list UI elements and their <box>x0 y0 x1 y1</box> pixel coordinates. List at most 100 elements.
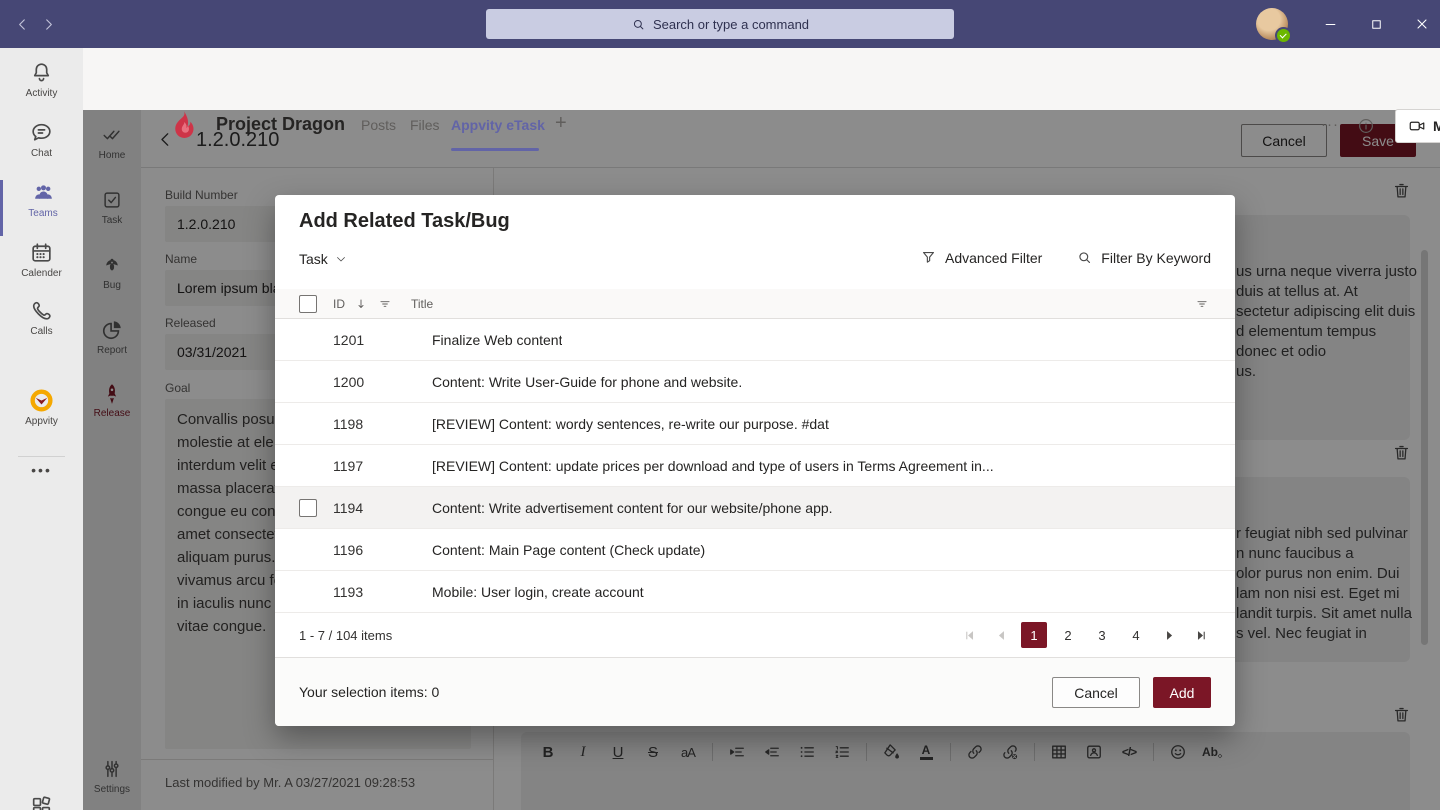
channel-header: Project Dragon Posts Files Appvity eTask… <box>83 48 1440 110</box>
type-select-value: Task <box>299 251 328 267</box>
tab-appvity-etask[interactable]: Appvity eTask <box>451 117 545 133</box>
rail-item-activity[interactable]: Activity <box>0 60 83 116</box>
search-icon <box>631 17 646 32</box>
modal-cancel-button[interactable]: Cancel <box>1052 677 1140 708</box>
page-number-button[interactable]: 3 <box>1089 622 1115 648</box>
page-number-button[interactable]: 1 <box>1021 622 1047 648</box>
search-icon <box>1076 249 1093 266</box>
rail-divider <box>18 456 65 457</box>
last-page-icon[interactable] <box>1189 623 1213 647</box>
table-filter-icon[interactable] <box>1195 297 1209 311</box>
type-select-dropdown[interactable]: Task <box>299 251 347 267</box>
presence-available-icon <box>1277 29 1290 42</box>
pagination-summary: 1 - 7 / 104 items <box>299 628 392 643</box>
teams-icon <box>31 180 56 205</box>
filter-tools: Advanced Filter Filter By Keyword <box>920 249 1211 266</box>
task-id-cell: 1200 <box>333 374 377 390</box>
rail-item-calls[interactable]: Calls <box>0 298 83 354</box>
page-number-button[interactable]: 4 <box>1123 622 1149 648</box>
column-filter-icon[interactable] <box>378 297 392 311</box>
table-row[interactable]: 1201 Finalize Web content <box>275 319 1235 361</box>
calendar-icon <box>29 240 54 265</box>
next-page-icon[interactable] <box>1157 623 1181 647</box>
funnel-icon <box>920 249 937 266</box>
user-avatar[interactable] <box>1256 8 1288 40</box>
chevron-down-icon <box>335 253 347 265</box>
forward-nav-icon[interactable] <box>36 12 60 36</box>
task-id-cell: 1198 <box>333 416 377 432</box>
previous-page-icon[interactable] <box>989 623 1013 647</box>
filter-by-keyword-button[interactable]: Filter By Keyword <box>1076 249 1211 266</box>
task-id-cell: 1194 <box>333 500 377 516</box>
modal-footer: Your selection items: 0 Cancel Add <box>275 657 1235 726</box>
rail-item-calender[interactable]: Calender <box>0 240 83 296</box>
filter-by-keyword-label: Filter By Keyword <box>1101 250 1211 266</box>
sort-descending-icon[interactable] <box>354 297 368 311</box>
back-nav-icon[interactable] <box>10 12 34 36</box>
task-id-cell: 1196 <box>333 542 377 558</box>
apps-grid-icon <box>29 794 54 810</box>
search-placeholder: Search or type a command <box>653 17 809 32</box>
appvity-logo <box>29 388 54 413</box>
selection-count-text: Your selection items: 0 <box>299 684 439 700</box>
tab-posts[interactable]: Posts <box>361 117 396 133</box>
task-table-body: 1201 Finalize Web content 1200 Content: … <box>275 319 1235 613</box>
pagination-controls: 1234 <box>957 622 1213 648</box>
rail-more-button[interactable]: ••• <box>0 462 83 478</box>
task-title-cell: Mobile: User login, create account <box>432 584 644 600</box>
task-id-cell: 1193 <box>333 584 377 600</box>
page-number-button[interactable]: 2 <box>1055 622 1081 648</box>
search-input[interactable]: Search or type a command <box>486 9 954 39</box>
task-title-cell: Finalize Web content <box>432 332 562 348</box>
select-all-checkbox[interactable] <box>299 295 317 313</box>
task-title-cell: [REVIEW] Content: update prices per down… <box>432 458 994 474</box>
task-title-cell: [REVIEW] Content: wordy sentences, re-wr… <box>432 416 829 432</box>
task-title-cell: Content: Write advertisement content for… <box>432 500 833 516</box>
rail-item-chat[interactable]: Chat <box>0 120 83 176</box>
table-row[interactable]: 1198 [REVIEW] Content: wordy sentences, … <box>275 403 1235 445</box>
row-checkbox[interactable] <box>299 499 317 517</box>
title-bar: Search or type a command <box>0 0 1440 48</box>
channel-more-button[interactable]: ··· <box>1321 116 1339 133</box>
modal-add-button[interactable]: Add <box>1153 677 1211 708</box>
teams-window: Search or type a command Project Dragon … <box>0 0 1440 810</box>
app-rail: Activity Chat Teams Calender Calls Appvi… <box>0 48 83 810</box>
table-row[interactable]: 1196 Content: Main Page content (Check u… <box>275 529 1235 571</box>
rail-label: Teams <box>28 208 57 219</box>
column-header-title[interactable]: Title <box>411 297 433 311</box>
channel-info-icon[interactable] <box>1357 117 1375 135</box>
active-tab-underline <box>451 148 539 151</box>
window-maximize-button[interactable] <box>1353 0 1399 48</box>
table-row[interactable]: 1194 Content: Write advertisement conten… <box>275 487 1235 529</box>
modal-title: Add Related Task/Bug <box>299 210 510 233</box>
rail-label: Calender <box>21 268 62 279</box>
phone-icon <box>29 298 54 323</box>
add-tab-button[interactable]: + <box>555 112 567 135</box>
rail-label: Appvity <box>25 416 58 427</box>
rail-item-appvity[interactable]: Appvity <box>0 388 83 444</box>
rail-item-apps[interactable]: Apps <box>0 794 83 810</box>
table-row[interactable]: 1193 Mobile: User login, create account <box>275 571 1235 613</box>
meet-button[interactable]: Meet <box>1395 109 1440 143</box>
rail-label: Chat <box>31 148 52 159</box>
team-logo-phoenix-icon <box>169 110 199 140</box>
task-id-cell: 1197 <box>333 458 377 474</box>
column-header-id[interactable]: ID <box>333 297 345 311</box>
table-header: ID Title <box>275 289 1235 319</box>
chat-icon <box>29 120 54 145</box>
pagination-bar: 1 - 7 / 104 items 1234 <box>275 613 1235 657</box>
window-close-button[interactable] <box>1399 0 1440 48</box>
rail-item-teams[interactable]: Teams <box>0 180 83 236</box>
table-row[interactable]: 1197 [REVIEW] Content: update prices per… <box>275 445 1235 487</box>
meet-button-main[interactable]: Meet <box>1396 110 1440 142</box>
window-minimize-button[interactable] <box>1307 0 1353 48</box>
tab-files[interactable]: Files <box>410 117 440 133</box>
task-title-cell: Content: Write User-Guide for phone and … <box>432 374 742 390</box>
advanced-filter-button[interactable]: Advanced Filter <box>920 249 1042 266</box>
rail-label: Calls <box>30 326 52 337</box>
add-related-task-modal: Add Related Task/Bug Task Advanced Filte… <box>275 195 1235 726</box>
bell-icon <box>29 60 54 85</box>
table-row[interactable]: 1200 Content: Write User-Guide for phone… <box>275 361 1235 403</box>
team-name: Project Dragon <box>216 114 345 135</box>
first-page-icon[interactable] <box>957 623 981 647</box>
